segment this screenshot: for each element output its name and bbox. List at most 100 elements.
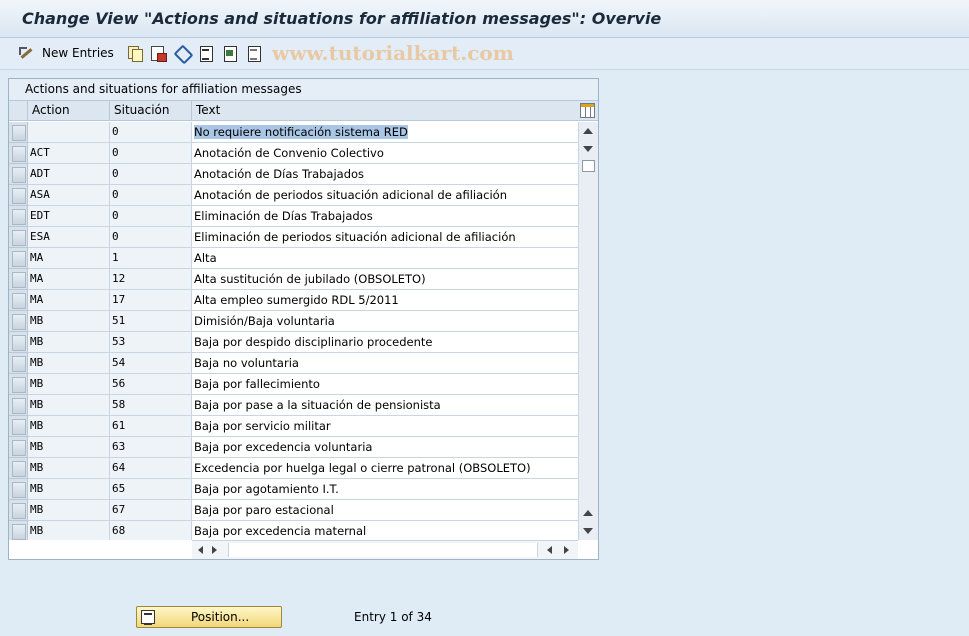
deselect-all-button[interactable]	[246, 44, 262, 62]
row-selector[interactable]	[9, 479, 28, 500]
row-selector[interactable]	[9, 122, 28, 143]
table-row[interactable]: MB 63 Baja por excedencia voluntaria	[9, 437, 578, 458]
vertical-scrollbar[interactable]	[578, 122, 598, 540]
cell-text[interactable]: Baja por fallecimiento	[192, 374, 578, 395]
select-block-button[interactable]	[222, 44, 238, 62]
scroll-left-end-icon[interactable]	[547, 546, 552, 554]
copy-button[interactable]	[127, 44, 143, 62]
row-selector[interactable]	[9, 311, 28, 332]
cell-text[interactable]: Dimisión/Baja voluntaria	[192, 311, 578, 332]
cell-text[interactable]: Baja por excedencia voluntaria	[192, 437, 578, 458]
table-row[interactable]: MB 54 Baja no voluntaria	[9, 353, 578, 374]
select-all-rows-header[interactable]	[9, 101, 28, 121]
row-selector[interactable]	[9, 521, 28, 540]
row-selector[interactable]	[9, 206, 28, 227]
cell-situacion: 0	[110, 185, 192, 206]
scroll-page-up-icon[interactable]	[583, 510, 593, 516]
table-row[interactable]: MA 17 Alta empleo sumergido RDL 5/2011	[9, 290, 578, 311]
pencil-icon	[18, 45, 34, 61]
table-header: Action Situación Text	[9, 101, 598, 121]
row-selector[interactable]	[9, 143, 28, 164]
cell-text[interactable]: Eliminación de periodos situación adicio…	[192, 227, 578, 248]
table-row[interactable]: MB 67 Baja por paro estacional	[9, 500, 578, 521]
cell-situacion: 17	[110, 290, 192, 311]
column-config-icon[interactable]	[580, 103, 595, 118]
cell-text[interactable]: Baja por despido disciplinario procedent…	[192, 332, 578, 353]
cell-text[interactable]: Baja por paro estacional	[192, 500, 578, 521]
cell-text[interactable]: Eliminación de Días Trabajados	[192, 206, 578, 227]
cell-action: MB	[28, 479, 110, 500]
table-row[interactable]: ESA 0 Eliminación de periodos situación ad…	[9, 227, 578, 248]
scroll-right-end-icon[interactable]	[564, 546, 569, 554]
scroll-thumb[interactable]	[582, 160, 595, 172]
cell-text[interactable]: Baja por pase a la situación de pensioni…	[192, 395, 578, 416]
table-row[interactable]: MA 1 Alta	[9, 248, 578, 269]
cell-text-value: Eliminación de periodos situación adicio…	[194, 230, 516, 244]
cell-text[interactable]: Anotación de periodos situación adiciona…	[192, 185, 578, 206]
column-header-situacion[interactable]: Situación	[110, 101, 192, 121]
table-row[interactable]: MB 53 Baja por despido disciplinario proce…	[9, 332, 578, 353]
row-selector[interactable]	[9, 500, 28, 521]
table-control: Actions and situations for affiliation m…	[8, 78, 599, 560]
table-row[interactable]: MB 68 Baja por excedencia maternal	[9, 521, 578, 540]
scroll-down-icon[interactable]	[583, 146, 593, 152]
row-selector[interactable]	[9, 395, 28, 416]
row-selector[interactable]	[9, 248, 28, 269]
position-button[interactable]: Position...	[136, 606, 282, 628]
column-header-action[interactable]: Action	[28, 101, 110, 121]
cell-text[interactable]: Baja por servicio militar	[192, 416, 578, 437]
row-selector[interactable]	[9, 164, 28, 185]
cell-text[interactable]: Alta sustitución de jubilado (OBSOLETO)	[192, 269, 578, 290]
table-row[interactable]: ACT 0 Anotación de Convenio Colectivo	[9, 143, 578, 164]
table-row[interactable]: MB 64 Excedencia por huelga legal o cierre…	[9, 458, 578, 479]
cell-situacion: 0	[110, 164, 192, 185]
table-row[interactable]: ASA 0 Anotación de periodos situación adic…	[9, 185, 578, 206]
row-selector[interactable]	[9, 269, 28, 290]
scroll-left-icon[interactable]	[198, 546, 203, 554]
row-selector[interactable]	[9, 458, 28, 479]
row-selector[interactable]	[9, 374, 28, 395]
table-row[interactable]: MB 61 Baja por servicio militar	[9, 416, 578, 437]
cell-text-value: Dimisión/Baja voluntaria	[194, 314, 335, 328]
row-selector[interactable]	[9, 332, 28, 353]
scroll-right-icon[interactable]	[212, 546, 217, 554]
horizontal-scroll-track[interactable]	[228, 543, 538, 557]
cell-text[interactable]: Excedencia por huelga legal o cierre pat…	[192, 458, 578, 479]
column-header-text[interactable]: Text	[192, 101, 578, 121]
scroll-up-icon[interactable]	[583, 128, 593, 134]
cell-situacion: 53	[110, 332, 192, 353]
table-row[interactable]: MB 51 Dimisión/Baja voluntaria	[9, 311, 578, 332]
row-selector[interactable]	[9, 185, 28, 206]
delete-button[interactable]	[150, 44, 167, 62]
table-row[interactable]: MA 12 Alta sustitución de jubilado (OBSOLE…	[9, 269, 578, 290]
row-selector[interactable]	[9, 437, 28, 458]
scroll-page-down-icon[interactable]	[583, 528, 593, 534]
cell-text[interactable]: Baja no voluntaria	[192, 353, 578, 374]
select-all-button[interactable]	[198, 44, 214, 62]
horizontal-scrollbar[interactable]	[192, 540, 578, 559]
undo-button[interactable]	[174, 44, 190, 62]
cell-text[interactable]: Anotación de Días Trabajados	[192, 164, 578, 185]
cell-text[interactable]: Alta empleo sumergido RDL 5/2011	[192, 290, 578, 311]
table-row[interactable]: EDT 0 Eliminación de Días Trabajados	[9, 206, 578, 227]
cell-text[interactable]: Baja por excedencia maternal	[192, 521, 578, 540]
table-row[interactable]: MB 58 Baja por pase a la situación de pens…	[9, 395, 578, 416]
cell-text-value: No requiere notificación sistema RED	[194, 125, 408, 139]
row-selector[interactable]	[9, 353, 28, 374]
cell-text[interactable]: Anotación de Convenio Colectivo	[192, 143, 578, 164]
row-selector[interactable]	[9, 227, 28, 248]
cell-text-value: Alta sustitución de jubilado (OBSOLETO)	[194, 272, 426, 286]
cell-text[interactable]: No requiere notificación sistema RED	[192, 122, 578, 143]
cell-text[interactable]: Alta	[192, 248, 578, 269]
table-row[interactable]: ADT 0 Anotación de Días Trabajados	[9, 164, 578, 185]
cell-action: EDT	[28, 206, 110, 227]
table-row[interactable]: 0 No requiere notificación sistema RED	[9, 122, 578, 143]
row-selector[interactable]	[9, 416, 28, 437]
table-row[interactable]: MB 65 Baja por agotamiento I.T.	[9, 479, 578, 500]
table-row[interactable]: MB 56 Baja por fallecimiento	[9, 374, 578, 395]
cell-text-value: Baja por servicio militar	[194, 419, 331, 433]
cell-situacion: 1	[110, 248, 192, 269]
cell-text[interactable]: Baja por agotamiento I.T.	[192, 479, 578, 500]
row-selector[interactable]	[9, 290, 28, 311]
new-entries-button[interactable]: New Entries	[18, 44, 114, 62]
